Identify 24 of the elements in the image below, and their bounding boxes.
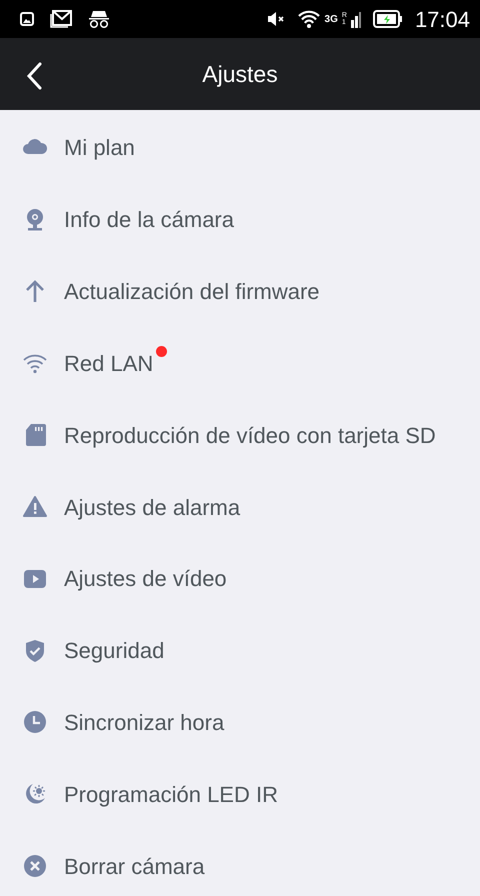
close-icon (22, 853, 48, 880)
settings-item[interactable]: Reproducción de vídeo con tarjeta SD (0, 399, 480, 472)
settings-item[interactable]: Actualización del firmware (0, 256, 480, 328)
settings-item[interactable]: Mi plan (0, 110, 480, 184)
mail-icon (50, 10, 72, 28)
settings-item[interactable]: Sincronizar hora (0, 686, 480, 758)
settings-item[interactable]: Red LAN (0, 328, 480, 400)
settings-item[interactable]: Borrar cámara (0, 830, 480, 896)
back-icon (26, 62, 42, 90)
settings-item[interactable]: Ajustes de vídeo (0, 542, 480, 615)
mute-icon (266, 11, 285, 27)
signal-icon (350, 10, 361, 28)
clock-icon (22, 709, 48, 736)
settings-item[interactable]: Info de la cámara (0, 184, 480, 256)
clock-time: 17:04 (414, 6, 470, 34)
image-icon (20, 12, 34, 26)
wifi-icon (296, 9, 321, 29)
settings-item[interactable]: Ajustes de alarma (0, 471, 480, 543)
network-type: 3G (324, 12, 338, 26)
settings-item[interactable]: Seguridad (0, 614, 480, 687)
battery-icon (372, 10, 403, 28)
incognito-icon (88, 9, 110, 29)
settings-item[interactable]: Programación LED IR (0, 758, 480, 830)
page-title: Ajustes (202, 60, 278, 89)
